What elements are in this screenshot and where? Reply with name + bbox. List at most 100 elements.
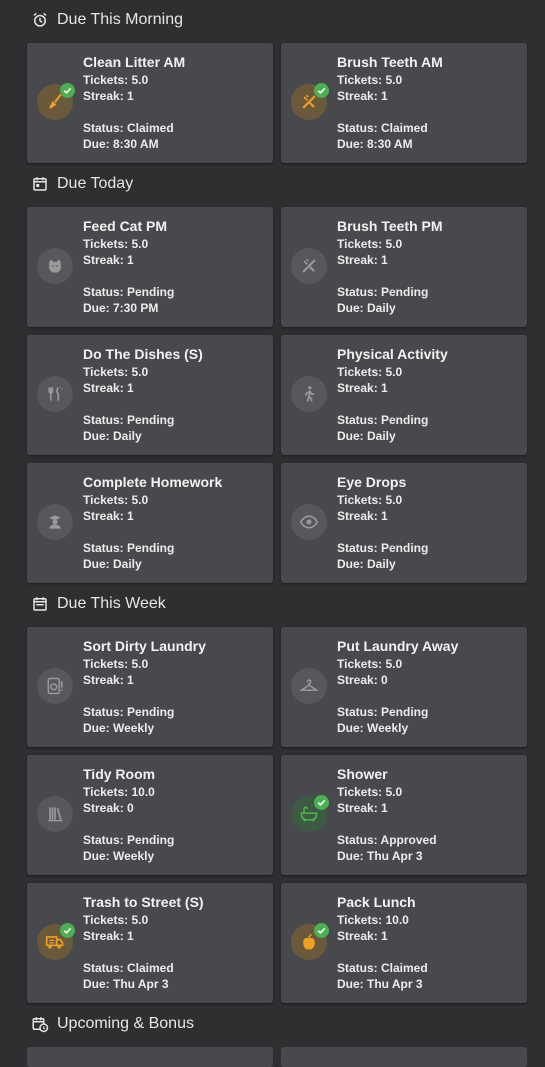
chore-tickets: Tickets: 5.0 — [83, 493, 149, 507]
chore-status: Status: Pending — [83, 413, 175, 427]
section-header: Due Today — [0, 164, 545, 204]
chore-card-pack-lunch[interactable]: Pack Lunch Tickets: 10.0 Streak: 1 Statu… — [281, 883, 527, 1003]
chore-card-tidy-room[interactable]: Tidy Room Tickets: 10.0 Streak: 0 Status… — [27, 755, 273, 875]
chore-status: Status: Pending — [83, 541, 175, 555]
chore-card-put-laundry-away[interactable]: Put Laundry Away Tickets: 5.0 Streak: 0 … — [281, 627, 527, 747]
claimed-check-icon — [314, 83, 329, 98]
chore-status: Status: Pending — [83, 285, 175, 299]
chore-title: Sort Dirty Laundry — [83, 638, 206, 654]
chore-title: Pack Lunch — [337, 894, 416, 910]
chore-title: Clean Litter AM — [83, 54, 186, 70]
chore-streak: Streak: 1 — [83, 253, 134, 267]
chore-due: Due: 7:30 PM — [83, 301, 159, 315]
section-due-today: Due Today — [0, 164, 545, 204]
calendar-clock-icon — [31, 1015, 49, 1033]
chore-card-brush-teeth-am[interactable]: Brush Teeth AM Tickets: 5.0 Streak: 1 St… — [281, 43, 527, 163]
chore-tickets: Tickets: 5.0 — [337, 237, 403, 251]
chore-status: Status: Claimed — [83, 121, 174, 135]
chore-status: Status: Pending — [83, 833, 175, 847]
chore-title: Trash to Street (S) — [83, 894, 204, 910]
chore-streak: Streak: 1 — [83, 929, 134, 943]
chore-status: Status: Pending — [83, 705, 175, 719]
chore-streak: Streak: 1 — [83, 381, 134, 395]
chore-tickets: Tickets: 5.0 — [83, 73, 149, 87]
chore-streak: Streak: 1 — [337, 253, 388, 267]
books-icon — [37, 796, 73, 832]
chore-status: Status: Claimed — [83, 961, 174, 975]
chore-due: Due: 8:30 AM — [83, 137, 159, 151]
dishes-icon — [37, 376, 73, 412]
chore-card-feed-cat-pm[interactable]: Feed Cat PM Tickets: 5.0 Streak: 1 Statu… — [27, 207, 273, 327]
chore-title: Eye Drops — [337, 474, 407, 490]
chore-card-shower[interactable]: Shower Tickets: 5.0 Streak: 1 Status: Ap… — [281, 755, 527, 875]
chore-card-partial[interactable] — [281, 1047, 527, 1067]
chore-tickets: Tickets: 10.0 — [83, 785, 155, 799]
student-icon — [37, 504, 73, 540]
chore-status: Status: Claimed — [337, 961, 428, 975]
chore-due: Due: 8:30 AM — [337, 137, 413, 151]
section-header: Due This Morning — [0, 0, 545, 40]
chore-streak: Streak: 1 — [83, 509, 134, 523]
chore-streak: Streak: 0 — [83, 801, 134, 815]
chore-card-clean-litter-am[interactable]: Clean Litter AM Tickets: 5.0 Streak: 1 S… — [27, 43, 273, 163]
chore-card-physical-activity[interactable]: Physical Activity Tickets: 5.0 Streak: 1… — [281, 335, 527, 455]
chore-title: Tidy Room — [83, 766, 156, 782]
chore-title: Feed Cat PM — [83, 218, 168, 234]
section-title: Upcoming & Bonus — [57, 1015, 194, 1032]
chore-due: Due: Weekly — [83, 849, 155, 863]
claimed-check-icon — [60, 923, 75, 938]
chore-status: Status: Pending — [337, 413, 429, 427]
chore-card-do-the-dishes[interactable]: Do The Dishes (S) Tickets: 5.0 Streak: 1… — [27, 335, 273, 455]
chore-status: Status: Approved — [337, 833, 437, 847]
calendar-icon — [31, 175, 49, 193]
chore-card-partial[interactable] — [27, 1047, 273, 1067]
chore-tickets: Tickets: 5.0 — [337, 493, 403, 507]
chore-streak: Streak: 1 — [83, 673, 134, 687]
chore-streak: Streak: 1 — [83, 89, 134, 103]
chore-card-brush-teeth-pm[interactable]: Brush Teeth PM Tickets: 5.0 Streak: 1 St… — [281, 207, 527, 327]
claimed-check-icon — [60, 83, 75, 98]
section-header: Upcoming & Bonus — [0, 1004, 545, 1044]
walking-icon — [291, 376, 327, 412]
chore-title: Put Laundry Away — [337, 638, 459, 654]
hanger-icon — [291, 668, 327, 704]
section-upcoming-bonus: Upcoming & Bonus — [0, 1004, 545, 1044]
chore-card-eye-drops[interactable]: Eye Drops Tickets: 5.0 Streak: 1 Status:… — [281, 463, 527, 583]
section-title: Due This Week — [57, 595, 166, 612]
chore-title: Physical Activity — [337, 346, 448, 362]
section-due-this-morning: Due This Morning — [0, 0, 545, 40]
chore-due: Due: Thu Apr 3 — [337, 849, 423, 863]
chore-streak: Streak: 1 — [337, 801, 388, 815]
eye-icon — [291, 504, 327, 540]
chore-due: Due: Daily — [337, 557, 396, 571]
chore-due: Due: Thu Apr 3 — [83, 977, 169, 991]
chore-card-sort-dirty-laundry[interactable]: Sort Dirty Laundry Tickets: 5.0 Streak: … — [27, 627, 273, 747]
chore-tickets: Tickets: 5.0 — [337, 785, 403, 799]
cat-icon — [37, 248, 73, 284]
chore-due: Due: Daily — [337, 301, 396, 315]
chore-tickets: Tickets: 5.0 — [337, 73, 403, 87]
chore-streak: Streak: 1 — [337, 509, 388, 523]
toothbrush-icon — [291, 248, 327, 284]
washing-machine-icon — [37, 668, 73, 704]
alarm-clock-icon — [31, 11, 49, 29]
claimed-check-icon — [314, 923, 329, 938]
chore-card-complete-homework[interactable]: Complete Homework Tickets: 5.0 Streak: 1… — [27, 463, 273, 583]
chore-tickets: Tickets: 5.0 — [337, 657, 403, 671]
chore-tickets: Tickets: 10.0 — [337, 913, 409, 927]
chore-streak: Streak: 1 — [337, 89, 388, 103]
chore-due: Due: Daily — [83, 557, 142, 571]
chore-title: Complete Homework — [83, 474, 223, 490]
chore-due: Due: Weekly — [83, 721, 155, 735]
chore-due: Due: Thu Apr 3 — [337, 977, 423, 991]
chore-due: Due: Daily — [83, 429, 142, 443]
chore-due: Due: Weekly — [337, 721, 409, 735]
chore-tickets: Tickets: 5.0 — [83, 913, 149, 927]
chore-title: Brush Teeth PM — [337, 218, 443, 234]
section-title: Due Today — [57, 175, 134, 192]
chore-card-trash-to-street[interactable]: Trash to Street (S) Tickets: 5.0 Streak:… — [27, 883, 273, 1003]
calendar-week-icon — [31, 595, 49, 613]
section-header: Due This Week — [0, 584, 545, 624]
chore-tickets: Tickets: 5.0 — [83, 237, 149, 251]
chore-title: Brush Teeth AM — [337, 54, 443, 70]
